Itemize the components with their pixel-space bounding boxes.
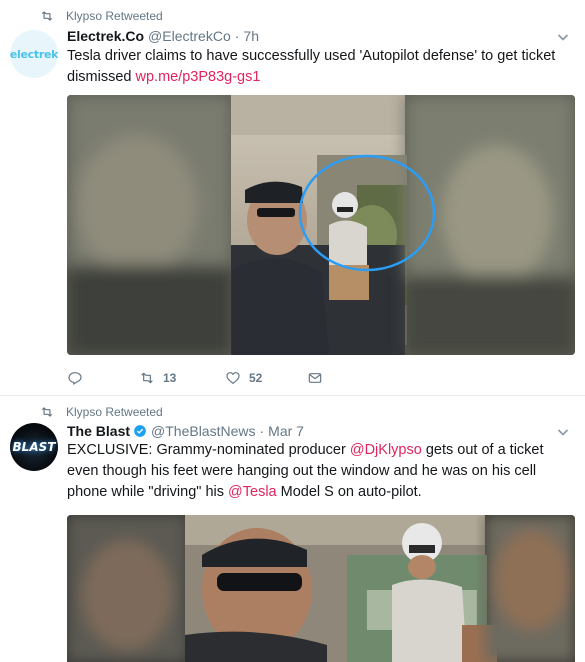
reply-icon [68, 372, 82, 385]
verified-badge-icon [134, 425, 146, 437]
author-name[interactable]: Electrek.Co [67, 28, 144, 44]
mention-tesla[interactable]: @Tesla [228, 484, 277, 500]
retweet-context: Klypso Retweeted [40, 404, 163, 420]
tweet-electrek[interactable]: Klypso Retweeted electrek Electrek.Co @E… [0, 0, 585, 396]
separator-dot: · [234, 28, 240, 44]
timestamp[interactable]: 7h [243, 28, 259, 44]
video-thumbnail[interactable] [67, 95, 575, 355]
like-count: 52 [249, 371, 263, 385]
video-thumbnail[interactable] [67, 515, 575, 662]
tweet-actions: 13 52 [67, 369, 323, 387]
like-icon [226, 372, 240, 384]
timestamp[interactable]: Mar 7 [268, 423, 304, 439]
chevron-down-icon[interactable] [557, 31, 569, 43]
avatar[interactable]: electrek [10, 30, 58, 78]
tweet-text: Tesla driver claims to have successfully… [67, 46, 577, 88]
reply-action[interactable] [67, 370, 139, 386]
message-icon [308, 373, 322, 383]
retweet-action[interactable]: 13 [139, 370, 225, 386]
author-handle[interactable]: @ElectrekCo [148, 28, 231, 44]
retweet-icon [41, 407, 53, 417]
retweet-context-label: Klypso Retweeted [66, 9, 163, 23]
tweet-header: The Blast @TheBlastNews · Mar 7 [67, 423, 304, 439]
avatar[interactable]: BLAST [10, 423, 58, 471]
tweet-text-part: Model S on auto-pilot. [276, 484, 422, 500]
retweet-icon [141, 372, 153, 384]
mention-djklypso[interactable]: @DjKlypso [350, 442, 422, 458]
direct-message-action[interactable] [307, 370, 323, 386]
author-handle[interactable]: @TheBlastNews [151, 423, 255, 439]
video-frame [67, 95, 575, 355]
tweet-link[interactable]: wp.me/p3P83g-gs1 [136, 69, 261, 85]
author-name[interactable]: The Blast [67, 423, 130, 439]
retweet-context: Klypso Retweeted [40, 8, 163, 24]
retweet-count: 13 [163, 371, 177, 385]
video-frame [67, 515, 575, 662]
avatar-logo-text: electrek [10, 47, 58, 61]
tweet-text: EXCLUSIVE: Grammy-nominated producer @Dj… [67, 440, 577, 503]
tweet-theblast[interactable]: Klypso Retweeted BLAST The Blast @TheBla… [0, 397, 585, 662]
avatar-logo-text: BLAST [12, 440, 56, 454]
tweet-header: Electrek.Co @ElectrekCo · 7h [67, 28, 259, 44]
chevron-down-icon[interactable] [557, 426, 569, 438]
retweet-icon [41, 11, 53, 21]
like-action[interactable]: 52 [225, 370, 307, 386]
retweet-context-label: Klypso Retweeted [66, 405, 163, 419]
tweet-text-part: EXCLUSIVE: Grammy-nominated producer [67, 442, 350, 458]
separator-dot: · [259, 423, 265, 439]
